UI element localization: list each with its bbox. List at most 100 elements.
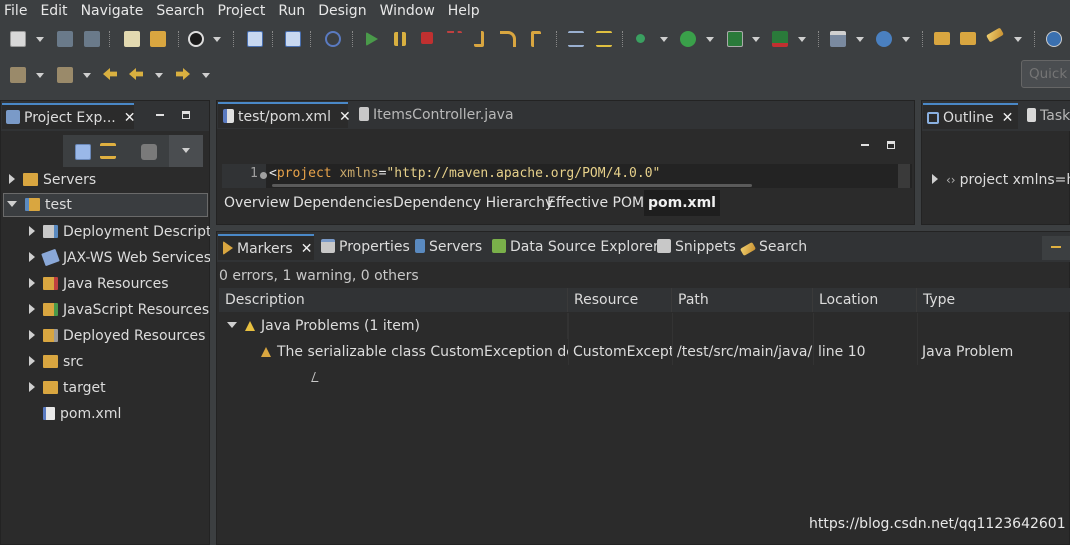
close-icon[interactable]: ✕ — [301, 236, 313, 262]
open-task-icon[interactable] — [150, 31, 166, 47]
menu-design[interactable]: Design — [314, 1, 375, 21]
code-editor[interactable]: 1 <project xmlns="http://maven.apache.or… — [222, 164, 912, 188]
collapse-all-icon[interactable] — [75, 144, 91, 160]
view-menu-icon[interactable] — [182, 148, 190, 153]
tree-item-pom-xml[interactable]: pom.xml — [43, 401, 121, 427]
tree-item-deployed-resources[interactable]: Deployed Resources — [29, 323, 205, 349]
fold-icon[interactable] — [260, 172, 267, 179]
open-type-icon[interactable] — [124, 31, 140, 47]
minimize-icon[interactable] — [861, 144, 869, 146]
menu-navigate[interactable]: Navigate — [77, 1, 153, 21]
subtab-effective-pom[interactable]: Effective POM — [547, 190, 644, 216]
tab-properties[interactable]: Properties — [321, 234, 410, 260]
prev-annotation-icon[interactable] — [57, 67, 73, 83]
close-icon[interactable]: ✕ — [1002, 105, 1014, 131]
tab-itemscontroller[interactable]: ItemsController.java — [357, 102, 514, 128]
tab-pom-xml[interactable]: test/pom.xml ✕ — [218, 102, 351, 130]
external-tools-icon[interactable] — [772, 31, 788, 47]
debug-icon[interactable] — [636, 34, 645, 43]
back-dropdown-icon[interactable] — [155, 73, 163, 78]
tab-data-source-explorer[interactable]: Data Source Explorer — [492, 234, 659, 260]
pencil-icon[interactable] — [986, 27, 1004, 43]
tree-item-target[interactable]: target — [29, 375, 106, 401]
tab-outline[interactable]: Outline ✕ — [923, 103, 1018, 129]
close-icon[interactable]: ✕ — [124, 105, 136, 131]
new-dropdown-icon[interactable] — [36, 37, 44, 42]
new-server-dropdown-icon[interactable] — [856, 37, 864, 42]
column-location[interactable]: Location — [813, 288, 917, 312]
close-icon[interactable]: ✕ — [339, 104, 351, 130]
next-annotation-icon[interactable] — [10, 67, 26, 83]
run-dropdown-icon[interactable] — [706, 37, 714, 42]
tree-item-jaxws[interactable]: JAX-WS Web Services — [29, 245, 211, 271]
save-all-icon[interactable] — [84, 31, 100, 47]
step-over-icon[interactable] — [500, 31, 516, 47]
terminate-icon[interactable] — [421, 32, 433, 44]
menu-run[interactable]: Run — [274, 1, 314, 21]
step-into-icon[interactable] — [474, 31, 484, 47]
tree-item-test[interactable]: test — [7, 192, 72, 218]
drop-to-frame-icon[interactable] — [596, 31, 612, 47]
suspend-icon[interactable] — [394, 32, 406, 46]
open-folder-icon[interactable] — [934, 32, 950, 45]
external-tools-dropdown-icon[interactable] — [798, 37, 806, 42]
save-icon[interactable] — [57, 31, 73, 47]
terminal-icon[interactable] — [247, 31, 263, 47]
menu-search[interactable]: Search — [152, 1, 213, 21]
filter-icon[interactable] — [141, 144, 157, 160]
menu-file[interactable]: File — [0, 1, 36, 21]
maximize-icon[interactable] — [182, 111, 190, 119]
next-annotation-dropdown-icon[interactable] — [36, 73, 44, 78]
open-project-icon[interactable] — [960, 32, 976, 45]
menu-help[interactable]: Help — [444, 1, 489, 21]
tab-snippets[interactable]: Snippets — [657, 234, 736, 260]
column-type[interactable]: Type — [917, 288, 1070, 312]
tab-servers[interactable]: Servers — [415, 234, 482, 260]
disconnect-icon[interactable] — [446, 31, 462, 47]
maximize-icon[interactable] — [887, 141, 895, 149]
column-resource[interactable]: Resource — [568, 288, 672, 312]
new-server-icon[interactable] — [830, 31, 846, 47]
quick-access-input[interactable] — [1021, 60, 1070, 88]
forward-icon[interactable] — [176, 68, 190, 80]
tab-task[interactable]: Task — [1025, 103, 1070, 129]
new-web-dropdown-icon[interactable] — [902, 37, 910, 42]
debug-dropdown-icon[interactable] — [660, 37, 668, 42]
tree-item-src[interactable]: src — [29, 349, 83, 375]
horizontal-scrollbar[interactable] — [272, 184, 752, 187]
vertical-scrollbar[interactable] — [898, 164, 910, 188]
group-row-java-problems[interactable]: Java Problems (1 item) — [219, 313, 568, 339]
outline-item-project[interactable]: ‹› project xmlns=ht — [932, 167, 1070, 193]
new-web-icon[interactable] — [876, 31, 892, 47]
column-description[interactable]: Description — [219, 288, 568, 312]
menu-project[interactable]: Project — [213, 1, 274, 21]
skip-breakpoints-icon[interactable] — [325, 31, 341, 47]
subtab-dependency-hierarchy[interactable]: Dependency Hierarchy — [393, 190, 553, 216]
back-icon[interactable] — [129, 68, 143, 80]
profile-dropdown-icon[interactable] — [213, 37, 221, 42]
new-icon[interactable] — [10, 31, 26, 47]
forward-dropdown-icon[interactable] — [202, 73, 210, 78]
tree-item-java-resources[interactable]: Java Resources — [29, 271, 169, 297]
column-path[interactable]: Path — [672, 288, 813, 312]
menu-window[interactable]: Window — [376, 1, 444, 21]
menu-edit[interactable]: Edit — [36, 1, 76, 21]
tree-item-javascript-resources[interactable]: JavaScript Resources — [29, 297, 209, 323]
globe-icon[interactable] — [1046, 31, 1062, 47]
last-edit-icon[interactable] — [103, 68, 117, 80]
run-server-icon[interactable] — [727, 31, 743, 47]
tab-project-explorer[interactable]: Project Exp... ✕ — [2, 103, 136, 131]
panel-menu[interactable] — [1042, 236, 1070, 260]
profile-icon[interactable] — [188, 31, 204, 47]
tree-item-deployment-descriptor[interactable]: Deployment Descriptor — [29, 219, 226, 245]
subtab-overview[interactable]: Overview — [224, 190, 290, 216]
subtab-dependencies[interactable]: Dependencies — [293, 190, 393, 216]
use-step-filters-icon[interactable] — [568, 31, 584, 47]
run-server-dropdown-icon[interactable] — [752, 37, 760, 42]
tree-item-servers[interactable]: Servers — [9, 167, 96, 193]
tab-search[interactable]: Search — [739, 234, 807, 260]
minimize-icon[interactable] — [156, 114, 164, 116]
resume-icon[interactable] — [366, 32, 378, 46]
link-editor-icon[interactable] — [100, 143, 116, 159]
step-return-icon[interactable] — [531, 31, 541, 47]
